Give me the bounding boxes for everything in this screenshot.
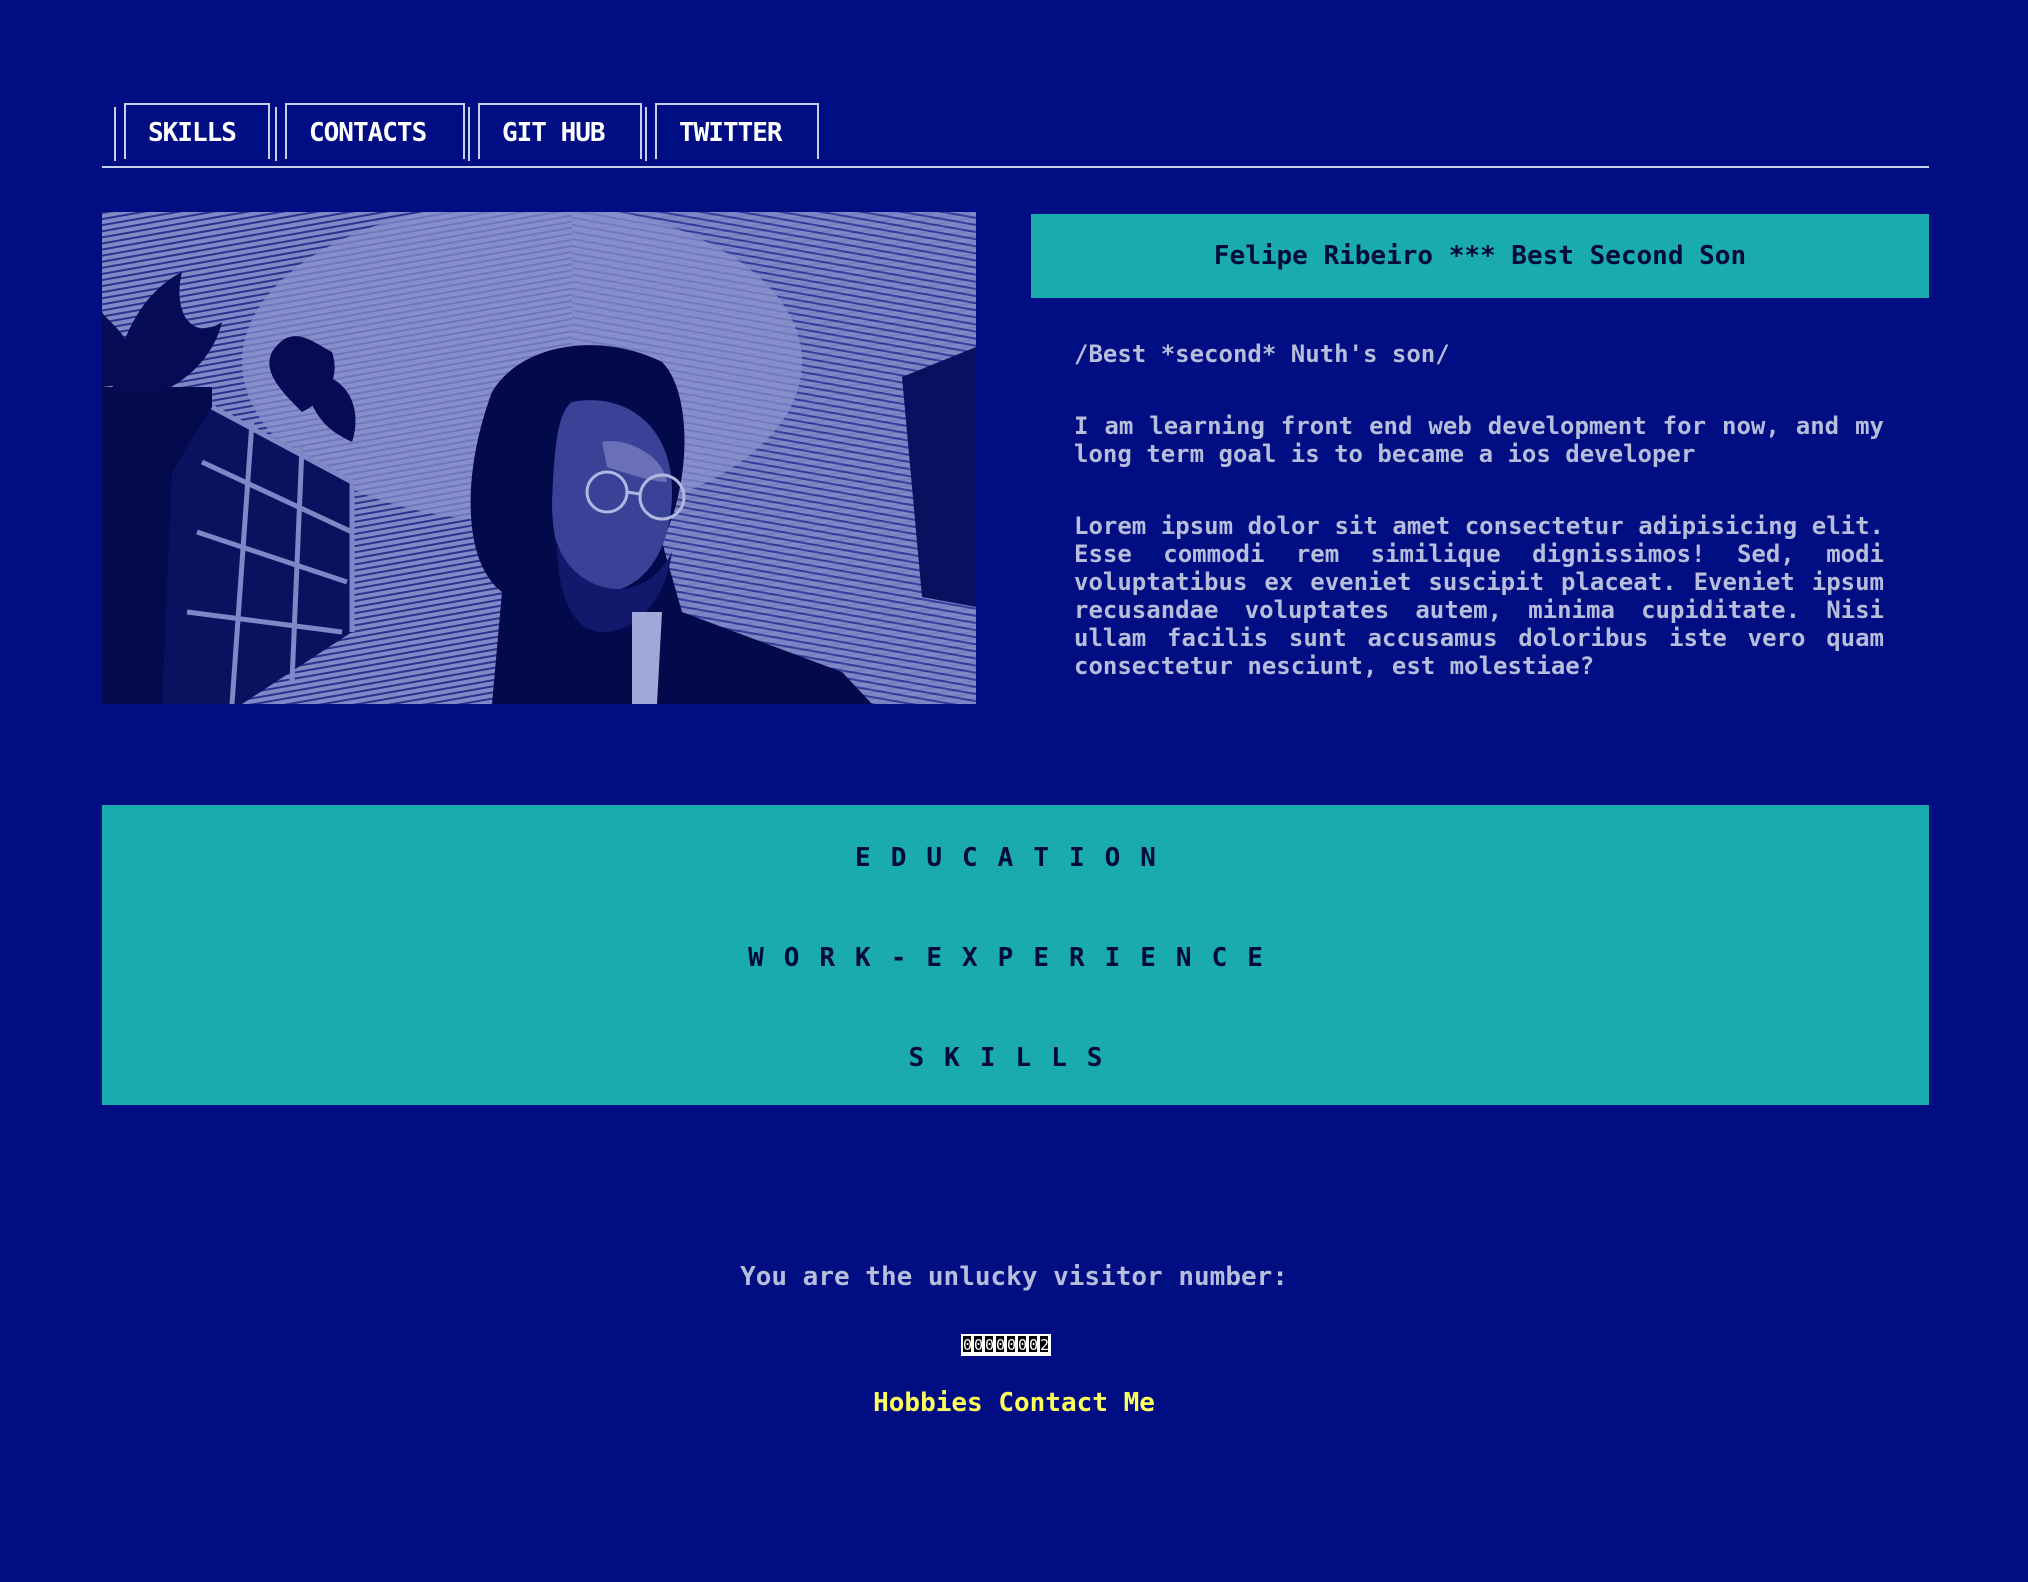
tagline: /Best *second* Nuth's son/: [1074, 340, 1450, 368]
counter-digit: 0: [984, 1335, 994, 1353]
page: SKILLS CONTACTS GIT HUB TWITTER Felipe R…: [0, 0, 2028, 1582]
counter-digit: 0: [1017, 1335, 1027, 1353]
footer-links: Hobbies Contact Me: [0, 1388, 2028, 1418]
counter-digit: 0: [962, 1335, 972, 1353]
profile-title: Felipe Ribeiro *** Best Second Son: [1031, 214, 1929, 298]
visitor-counter: 0 0 0 0 0 0 0 2: [961, 1334, 1051, 1356]
counter-digit: 2: [1039, 1335, 1049, 1353]
tab-skills[interactable]: SKILLS: [114, 103, 270, 161]
intro-paragraph: I am learning front end web development …: [1074, 412, 1884, 468]
profile-photo: [102, 212, 976, 704]
top-nav: SKILLS CONTACTS GIT HUB TWITTER: [102, 103, 1929, 168]
tab-github[interactable]: GIT HUB: [468, 103, 642, 161]
bio: /Best *second* Nuth's son/ I am learning…: [1074, 340, 1884, 724]
tab-twitter[interactable]: TWITTER: [645, 103, 819, 161]
hobbies-link[interactable]: Hobbies: [873, 1388, 983, 1418]
counter-digit: 0: [973, 1335, 983, 1353]
counter-digit: 0: [1028, 1335, 1038, 1353]
section-skills-link[interactable]: SKILLS: [102, 1043, 1929, 1073]
counter-digit: 0: [1006, 1335, 1016, 1353]
contact-me-link[interactable]: Contact Me: [998, 1388, 1155, 1418]
visitor-text: You are the unlucky visitor number:: [740, 1262, 1288, 1292]
counter-digit: 0: [995, 1335, 1005, 1353]
section-work-experience-link[interactable]: WORK-EXPERIENCE: [102, 943, 1929, 973]
section-education-link[interactable]: EDUCATION: [102, 843, 1929, 873]
body-paragraph: Lorem ipsum dolor sit amet consectetur a…: [1074, 512, 1884, 680]
sections-panel: EDUCATION WORK-EXPERIENCE SKILLS: [102, 805, 1929, 1105]
tab-contacts[interactable]: CONTACTS: [275, 103, 465, 161]
